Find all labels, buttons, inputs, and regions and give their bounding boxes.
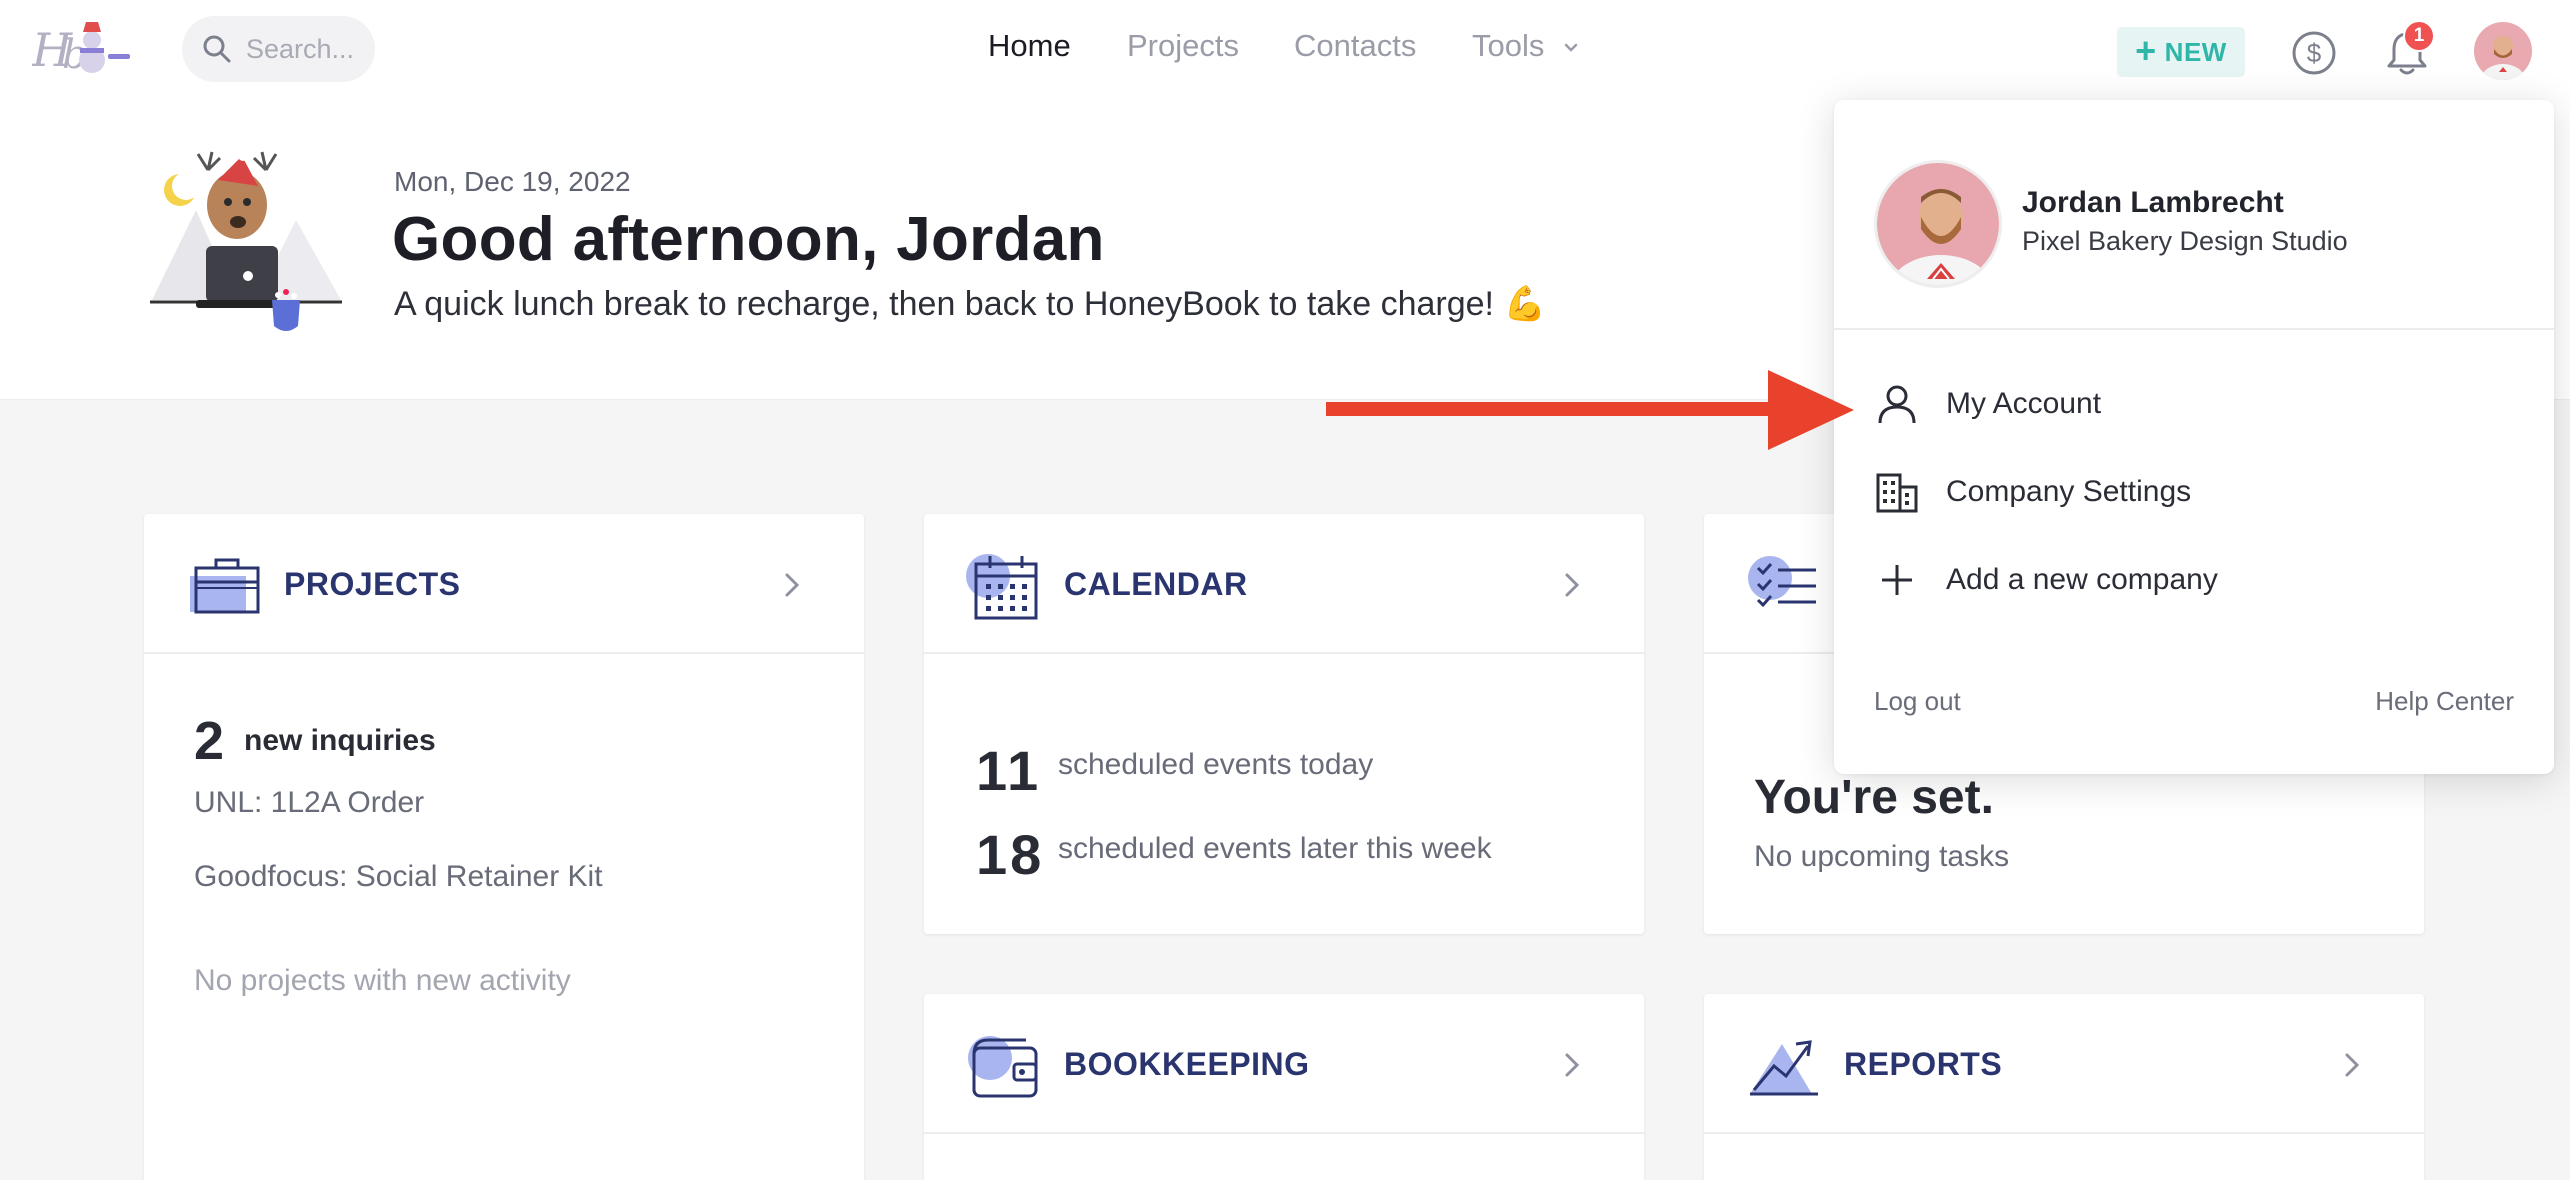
new-inquiries-count: 2	[194, 711, 225, 771]
add-company-menu-item[interactable]: Add a new company	[1874, 550, 2514, 610]
chevron-right-icon	[2345, 1053, 2360, 1077]
divider	[1834, 328, 2554, 330]
new-inquiries-label: new inquiries	[244, 724, 436, 757]
user-icon	[1878, 385, 1916, 424]
logout-link[interactable]: Log out	[1874, 686, 1961, 717]
bookkeeping-card: BOOKKEEPING	[924, 994, 1644, 1180]
project-link[interactable]: UNL: 1L2A Order	[194, 786, 424, 820]
tasks-subtitle: No upcoming tasks	[1754, 840, 2010, 873]
events-today-label: scheduled events today	[1058, 748, 1374, 781]
no-activity-message: No projects with new activity	[194, 964, 571, 997]
profile-photo	[1877, 163, 1999, 285]
calendar-card: CALENDAR 11 scheduled events today 18 sc…	[924, 514, 1644, 934]
avatar	[1874, 160, 2002, 288]
building-icon	[1876, 473, 1918, 513]
user-avatar-button[interactable]	[2474, 22, 2532, 80]
new-button[interactable]: + NEW	[2117, 27, 2245, 77]
bookkeeping-card-title: BOOKKEEPING	[1064, 1046, 1310, 1082]
nav-tools[interactable]: Tools	[1472, 28, 1579, 64]
my-account-menu-item[interactable]: My Account	[1874, 374, 2514, 434]
company-settings-label: Company Settings	[1946, 475, 2192, 508]
account-dropdown-menu: Jordan Lambrecht Pixel Bakery Design Stu…	[1834, 100, 2554, 774]
search-box[interactable]	[182, 16, 375, 82]
nav-home[interactable]: Home	[988, 28, 1071, 64]
greeting-tagline: A quick lunch break to recharge, then ba…	[394, 285, 1546, 323]
company-name: Pixel Bakery Design Studio	[2022, 226, 2348, 256]
events-week-label: scheduled events later this week	[1058, 832, 1492, 865]
reports-card: REPORTS	[1704, 994, 2424, 1180]
search-icon	[203, 35, 231, 63]
honeybook-logo[interactable]: H b	[32, 18, 138, 82]
svg-text:$: $	[2307, 38, 2322, 68]
help-center-link[interactable]: Help Center	[2375, 686, 2514, 717]
tasks-status: You're set.	[1754, 771, 1994, 824]
new-button-label: NEW	[2164, 36, 2227, 67]
events-week-count: 18	[976, 823, 1045, 886]
briefcase-icon	[190, 558, 260, 614]
notification-badge: 1	[2403, 20, 2435, 52]
red-arrow-annotation	[1326, 370, 1854, 450]
wallet-icon	[968, 1036, 1038, 1098]
my-account-label: My Account	[1946, 387, 2102, 420]
projects-card-header[interactable]: PROJECTS	[144, 514, 864, 654]
chart-trend-icon	[1750, 1040, 1818, 1096]
calendar-card-header[interactable]: CALENDAR	[924, 514, 1644, 654]
company-settings-menu-item[interactable]: Company Settings	[1874, 462, 2514, 522]
chevron-right-icon	[785, 573, 800, 597]
plus-icon	[1882, 565, 1912, 595]
projects-card-title: PROJECTS	[284, 566, 461, 602]
user-name: Jordan Lambrecht	[2022, 186, 2284, 219]
events-today-count: 11	[976, 739, 1042, 802]
reindeer-illustration	[150, 151, 342, 331]
nav-projects[interactable]: Projects	[1127, 28, 1239, 64]
project-link[interactable]: Goodfocus: Social Retainer Kit	[194, 860, 603, 894]
projects-card: PROJECTS 2 new inquiries UNL: 1L2A Order…	[144, 514, 864, 1180]
search-input[interactable]	[246, 33, 366, 65]
avatar	[2474, 22, 2532, 80]
payments-dollar-icon[interactable]: $	[2291, 30, 2337, 76]
current-date: Mon, Dec 19, 2022	[394, 166, 631, 197]
reports-card-title: REPORTS	[1844, 1046, 2003, 1082]
plus-icon: +	[2135, 29, 2157, 71]
checklist-icon	[1748, 556, 1816, 608]
reports-card-header[interactable]: REPORTS	[1704, 994, 2424, 1134]
nav-tools-label: Tools	[1472, 28, 1545, 63]
chevron-right-icon	[1565, 573, 1580, 597]
chevron-right-icon	[1565, 1053, 1580, 1077]
add-company-label: Add a new company	[1946, 563, 2218, 596]
calendar-card-title: CALENDAR	[1064, 566, 1248, 602]
bookkeeping-card-header[interactable]: BOOKKEEPING	[924, 994, 1644, 1134]
calendar-icon	[966, 554, 1038, 620]
nav-contacts[interactable]: Contacts	[1294, 28, 1416, 64]
top-navigation-bar: H b Home Projects Contacts Tools + NEW $	[0, 0, 2570, 100]
chevron-down-icon	[1564, 43, 1578, 52]
greeting-headline: Good afternoon, Jordan	[392, 205, 1105, 274]
